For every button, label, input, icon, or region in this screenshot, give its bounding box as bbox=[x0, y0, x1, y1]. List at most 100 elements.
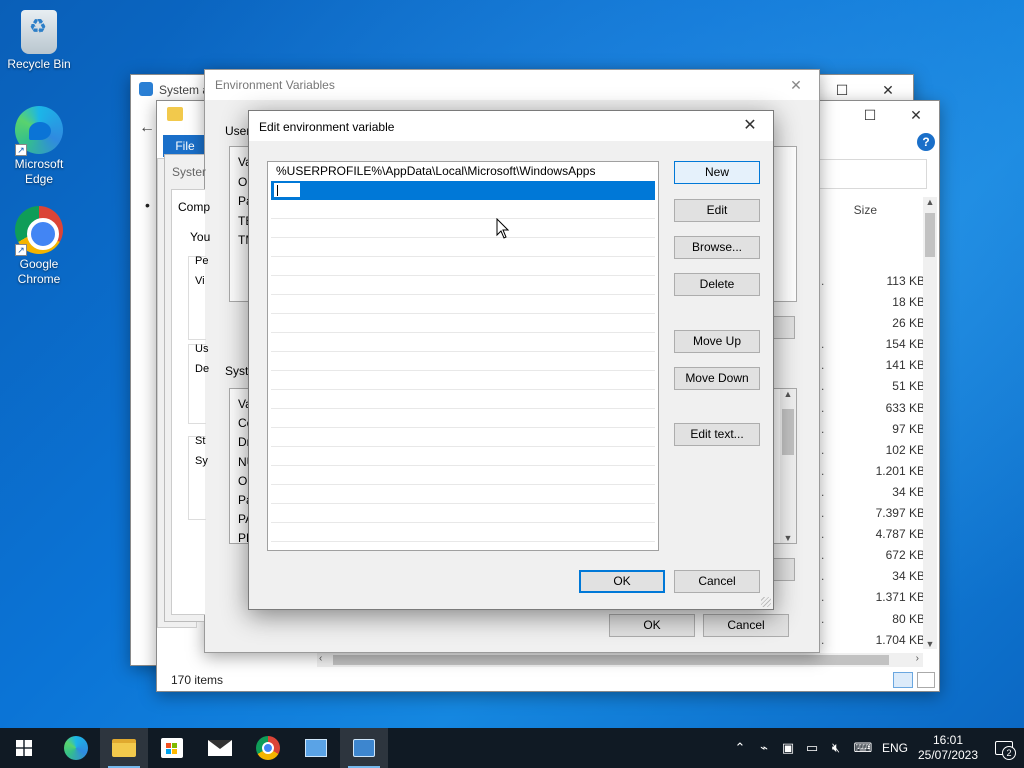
path-edit-input[interactable] bbox=[273, 182, 301, 198]
folder-icon bbox=[167, 107, 183, 121]
scrollbar-thumb[interactable] bbox=[333, 655, 889, 665]
taskbar-control-panel[interactable] bbox=[292, 728, 340, 768]
recycle-bin-icon bbox=[21, 10, 57, 54]
desktop-icon-chrome[interactable]: ↗ Google Chrome bbox=[1, 206, 77, 287]
scroll-down-icon[interactable]: ▼ bbox=[780, 533, 796, 543]
mail-icon bbox=[208, 740, 232, 756]
system-icon bbox=[139, 82, 153, 96]
taskbar-file-explorer[interactable] bbox=[100, 728, 148, 768]
list-item[interactable] bbox=[271, 523, 655, 542]
list-item[interactable]: %USERPROFILE%\AppData\Local\Microsoft\Wi… bbox=[271, 162, 655, 181]
cancel-button[interactable]: Cancel bbox=[674, 570, 760, 593]
env-titlebar[interactable]: Environment Variables ✕ bbox=[205, 70, 819, 100]
dialog-title-fragment: Syster bbox=[172, 165, 207, 179]
chrome-icon: ↗ bbox=[15, 206, 63, 256]
language-indicator[interactable]: ENG bbox=[878, 741, 912, 755]
static-text: You bbox=[190, 230, 211, 244]
desktop-icon-label: Google Chrome bbox=[17, 257, 61, 286]
list-item[interactable] bbox=[271, 409, 655, 428]
scroll-down-icon[interactable]: ▼ bbox=[923, 639, 937, 649]
list-item[interactable] bbox=[271, 219, 655, 238]
maximize-icon[interactable]: ☐ bbox=[847, 101, 893, 129]
taskbar-chrome[interactable] bbox=[244, 728, 292, 768]
display-icon[interactable]: ▭ bbox=[800, 740, 824, 756]
back-arrow-icon[interactable]: ← bbox=[139, 119, 155, 137]
network-off-icon[interactable]: ⌁ bbox=[752, 740, 776, 756]
close-icon[interactable]: ✕ bbox=[773, 70, 819, 100]
list-item[interactable] bbox=[271, 238, 655, 257]
ok-button[interactable]: OK bbox=[579, 570, 665, 593]
taskbar: ⌃ ⌁ ▣ ▭ 🔇︎ ⌨ ENG 16:01 25/07/2023 2 bbox=[0, 728, 1024, 768]
move-down-button[interactable]: Move Down bbox=[674, 367, 760, 390]
taskbar-store[interactable] bbox=[148, 728, 196, 768]
clock[interactable]: 16:01 25/07/2023 bbox=[912, 733, 984, 763]
scroll-right-icon[interactable]: › bbox=[916, 653, 919, 664]
scroll-up-icon[interactable]: ▲ bbox=[923, 197, 937, 207]
meet-now-icon[interactable]: ▣ bbox=[776, 740, 800, 756]
edit-button[interactable]: Edit bbox=[674, 199, 760, 222]
list-item[interactable] bbox=[271, 428, 655, 447]
path-entries-list[interactable]: %USERPROFILE%\AppData\Local\Microsoft\Wi… bbox=[267, 161, 659, 551]
list-item[interactable] bbox=[271, 466, 655, 485]
taskbar-mail[interactable] bbox=[196, 728, 244, 768]
desktop-icon-edge[interactable]: ↗ Microsoft Edge bbox=[1, 106, 77, 187]
list-item[interactable] bbox=[271, 371, 655, 390]
list-item[interactable] bbox=[271, 447, 655, 466]
list-item-editing[interactable] bbox=[271, 181, 655, 200]
notifications-button[interactable]: 2 bbox=[984, 728, 1024, 768]
list-item[interactable] bbox=[271, 485, 655, 504]
list-item[interactable] bbox=[271, 257, 655, 276]
tab-panel: Comp You Pe Vi Us De St Sy bbox=[171, 189, 210, 615]
list-item[interactable] bbox=[271, 504, 655, 523]
user-variables-label: User bbox=[225, 124, 251, 138]
close-icon[interactable]: ✕ bbox=[727, 111, 773, 141]
list-item[interactable] bbox=[271, 276, 655, 295]
list-item[interactable] bbox=[271, 390, 655, 409]
shortcut-arrow-icon: ↗ bbox=[15, 244, 27, 256]
edit-dialog-titlebar[interactable]: Edit environment variable ✕ bbox=[249, 111, 773, 141]
control-panel-icon bbox=[305, 739, 327, 757]
ok-button[interactable]: OK bbox=[609, 614, 695, 637]
close-icon[interactable]: ✕ bbox=[893, 101, 939, 129]
desktop-icon-recycle-bin[interactable]: Recycle Bin bbox=[1, 10, 77, 72]
start-button[interactable] bbox=[0, 728, 48, 768]
browse-button[interactable]: Browse... bbox=[674, 236, 760, 259]
system-properties-dialog: Syster Comp You Pe Vi Us De St Sy bbox=[164, 154, 210, 622]
taskbar-edge[interactable] bbox=[52, 728, 100, 768]
desktop-icon-label: Microsoft Edge bbox=[14, 157, 64, 186]
volume-muted-icon[interactable]: 🔇︎ bbox=[824, 740, 848, 756]
chevron-up-icon[interactable]: ⌃ bbox=[728, 740, 752, 756]
vertical-scrollbar[interactable]: ▲ ▼ bbox=[923, 197, 937, 649]
edit-dialog-title: Edit environment variable bbox=[259, 120, 395, 134]
new-button[interactable]: New bbox=[674, 161, 760, 184]
windows-logo-icon bbox=[16, 740, 32, 756]
notification-count-badge: 2 bbox=[1002, 746, 1016, 760]
large-icons-view-icon[interactable] bbox=[917, 672, 935, 688]
scrollbar-thumb[interactable] bbox=[782, 409, 794, 455]
edit-environment-variable-dialog[interactable]: Edit environment variable ✕ %USERPROFILE… bbox=[248, 110, 774, 610]
horizontal-scrollbar[interactable]: ‹ › bbox=[317, 653, 923, 667]
details-view-icon[interactable] bbox=[893, 672, 913, 688]
list-item[interactable] bbox=[271, 295, 655, 314]
move-up-button[interactable]: Move Up bbox=[674, 330, 760, 353]
scroll-up-icon[interactable]: ▲ bbox=[780, 389, 796, 399]
list-item[interactable] bbox=[271, 352, 655, 371]
tab-computer-name[interactable]: Comp bbox=[178, 200, 210, 214]
edit-text-button[interactable]: Edit text... bbox=[674, 423, 760, 446]
taskbar-system-properties[interactable] bbox=[340, 728, 388, 768]
column-header-size[interactable]: Size bbox=[854, 203, 877, 217]
scrollbar-thumb[interactable] bbox=[925, 213, 935, 257]
cancel-button[interactable]: Cancel bbox=[703, 614, 789, 637]
list-item[interactable] bbox=[271, 314, 655, 333]
resize-grip[interactable] bbox=[761, 597, 771, 607]
desktop-icon-label: Recycle Bin bbox=[7, 57, 71, 71]
store-icon bbox=[161, 738, 183, 758]
help-icon[interactable]: ? bbox=[917, 133, 935, 151]
delete-button[interactable]: Delete bbox=[674, 273, 760, 296]
clock-time: 16:01 bbox=[932, 733, 964, 747]
vertical-scrollbar[interactable]: ▲ ▼ bbox=[780, 389, 796, 543]
scroll-left-icon[interactable]: ‹ bbox=[319, 653, 322, 664]
list-item[interactable] bbox=[271, 333, 655, 352]
list-item[interactable] bbox=[271, 200, 655, 219]
keyboard-icon[interactable]: ⌨ bbox=[848, 740, 878, 756]
